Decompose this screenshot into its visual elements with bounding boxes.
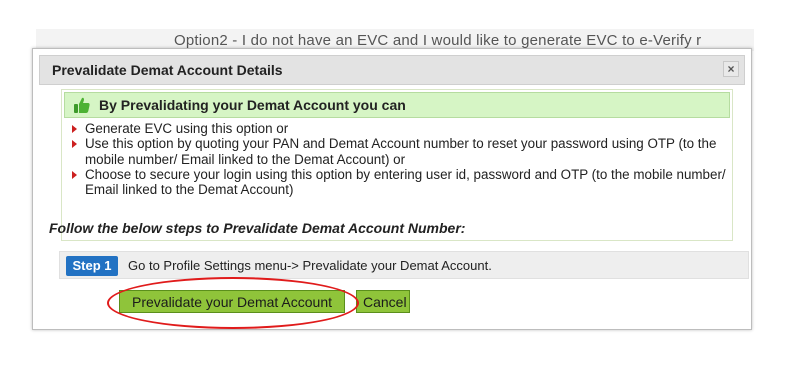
step-badge: Step 1 bbox=[66, 256, 118, 276]
info-heading: By Prevalidating your Demat Account you … bbox=[99, 97, 406, 113]
background-partial-text: Option2 - I do not have an EVC and I wou… bbox=[174, 32, 702, 49]
prevalidate-button[interactable]: Prevalidate your Demat Account bbox=[119, 290, 345, 313]
steps-intro: Follow the below steps to Prevalidate De… bbox=[49, 220, 466, 236]
list-item-text: Use this option by quoting your PAN and … bbox=[85, 136, 717, 167]
list-item-text: Generate EVC using this option or bbox=[85, 121, 289, 136]
list-item: Use this option by quoting your PAN and … bbox=[70, 136, 726, 167]
dialog-header: Prevalidate Demat Account Details × bbox=[39, 55, 745, 85]
red-arrow-bullet-icon bbox=[72, 170, 77, 179]
red-arrow-bullet-icon bbox=[72, 125, 77, 133]
list-item: Choose to secure your login using this o… bbox=[70, 167, 726, 198]
prevalidate-dialog: Prevalidate Demat Account Details × By P… bbox=[32, 48, 752, 330]
step-row: Step 1 Go to Profile Settings menu-> Pre… bbox=[59, 251, 749, 279]
close-button[interactable]: × bbox=[723, 61, 739, 77]
info-header: By Prevalidating your Demat Account you … bbox=[64, 92, 730, 118]
info-box: By Prevalidating your Demat Account you … bbox=[61, 89, 733, 241]
list-item-text: Choose to secure your login using this o… bbox=[85, 166, 726, 198]
benefits-list: Generate EVC using this option or Use th… bbox=[70, 121, 726, 197]
red-arrow-bullet-icon bbox=[72, 140, 77, 149]
dialog-title: Prevalidate Demat Account Details bbox=[52, 62, 283, 78]
thumbs-up-icon bbox=[74, 97, 90, 113]
list-item: Generate EVC using this option or bbox=[70, 121, 726, 136]
cancel-button[interactable]: Cancel bbox=[356, 290, 410, 313]
step-text: Go to Profile Settings menu-> Prevalidat… bbox=[128, 258, 492, 273]
